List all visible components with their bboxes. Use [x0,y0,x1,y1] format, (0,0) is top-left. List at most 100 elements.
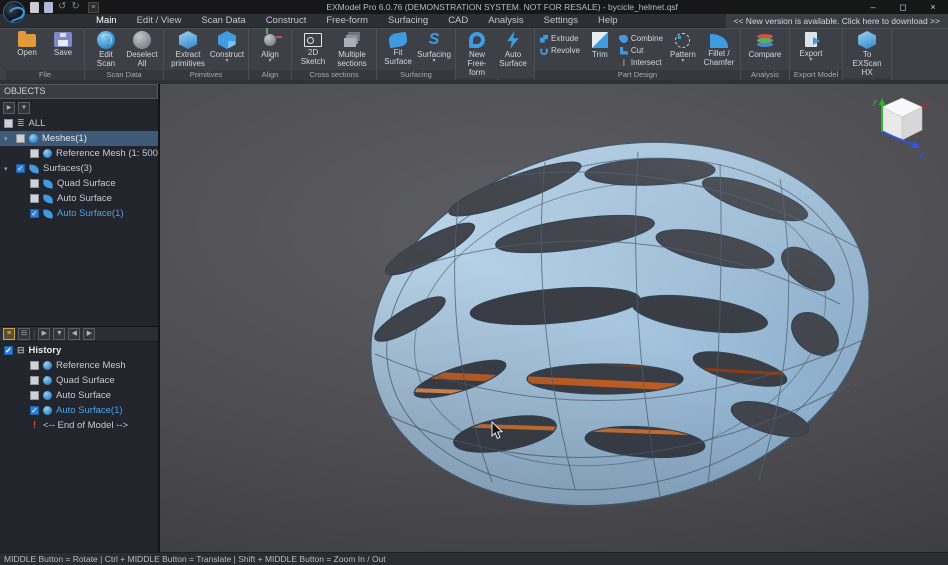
menu-tab-cad[interactable]: CAD [438,14,478,28]
revolve-button[interactable]: Revolve [540,46,580,55]
window-controls: – ◻ × [858,0,948,14]
tree-item-all[interactable]: ✓ ≣ ALL [0,116,158,131]
checkbox[interactable]: ✓ [16,134,25,143]
compare-layers-icon [757,38,773,43]
redo-icon[interactable]: ↻ [71,2,79,12]
step-forward-icon[interactable]: ▶ [38,328,50,340]
cut-button[interactable]: Cut [620,46,663,55]
ribbon-group-scan-data: Edit Scan Deselect All Scan Data [85,29,164,80]
scanner-icon [858,31,876,49]
menu-tab-free-form[interactable]: Free-form [316,14,378,28]
tree-item-auto-surface[interactable]: ✓ Auto Surface [0,191,158,206]
history-item-auto-surface[interactable]: ✓ Auto Surface [0,388,158,403]
align-axes-icon [264,34,276,46]
chevron-down-icon[interactable]: ▾ [4,135,12,143]
close-button[interactable]: × [918,0,948,14]
objects-tree: ✓ ≣ ALL ▾ ✓ Meshes(1) ✓ Reference Mesh (… [0,116,158,221]
quick-access-toolbar: ↺ ↻ ≡ [30,2,99,13]
tree-item-meshes[interactable]: ▾ ✓ Meshes(1) [0,131,158,146]
checkbox[interactable]: ✓ [30,391,39,400]
checkbox[interactable]: ✓ [30,179,39,188]
layers-icon [344,38,356,47]
navigation-cube[interactable]: y z [870,92,934,160]
save-button[interactable]: Save [47,31,79,57]
sketch-icon [304,33,322,47]
ribbon-toolbar: Open Save File Edit Scan Deselect All [0,28,948,80]
combine-button[interactable]: Combine [620,34,663,43]
construct-button[interactable]: Construct ▾ [211,31,243,64]
history-root-item[interactable]: ✓ ⊟ History [0,342,158,358]
to-exscan-hx-button[interactable]: To EXScan HX [848,31,886,78]
history-item-end-of-model[interactable]: ! <-- End of Model --> [0,418,158,433]
filter-icon[interactable]: ▼ [18,102,30,114]
skip-first-icon[interactable]: ◀ [68,328,80,340]
new-free-form-button[interactable]: New Free-form [461,31,493,78]
checkbox[interactable]: ✓ [30,149,39,158]
update-notification-link[interactable]: << New version is available. Click here … [726,14,948,28]
isolate-filter-icon[interactable]: ▶ [3,102,15,114]
status-bar: MIDDLE Button = Rotate | Ctrl + MIDDLE B… [0,552,948,565]
open-button[interactable]: Open [11,31,43,57]
ribbon-group-file: Open Save File [6,29,85,80]
cut-icon [620,47,628,55]
ribbon-group-analysis: Compare Analysis [741,29,790,80]
checkbox[interactable]: ✓ [30,194,39,203]
chevron-down-icon[interactable]: ▾ [4,165,12,173]
2d-sketch-button[interactable]: 2D Sketch [297,31,329,66]
fillet-chamfer-button[interactable]: Fillet / Chamfer [703,31,735,67]
checkbox[interactable]: ✓ [30,361,39,370]
trim-button[interactable]: Trim [584,31,616,59]
menu-tab-construct[interactable]: Construct [256,14,317,28]
intersect-button[interactable]: I Intersect [620,58,663,67]
fit-surface-button[interactable]: Fit Surface [382,31,414,66]
history-item-auto-surface-1[interactable]: ✓ Auto Surface(1) [0,403,158,418]
pattern-button[interactable]: Pattern ▾ [667,31,699,64]
tree-item-reference-mesh[interactable]: ✓ Reference Mesh (1: 500 970) [0,146,158,161]
deselect-all-button[interactable]: Deselect All [126,31,158,68]
skip-last-icon[interactable]: ▶ [83,328,95,340]
step-to-end-icon[interactable]: ▼ [53,328,65,340]
auto-surface-button[interactable]: Auto Surface [497,31,529,68]
app-logo-icon[interactable] [3,1,25,23]
list-view-icon[interactable]: ≡ [3,328,15,340]
new-document-icon[interactable] [30,2,39,13]
tree-item-surfaces[interactable]: ▾ ✓ Surfaces(3) [0,161,158,176]
intersect-icon: I [620,59,628,67]
chevron-down-icon: ▾ [681,59,684,64]
edit-scan-button[interactable]: Edit Scan [90,31,122,68]
compare-button[interactable]: Compare [746,31,784,59]
checkbox-checked[interactable]: ✓ [30,209,39,218]
history-tree: ✓ Reference Mesh ✓ Quad Surface ✓ Auto S… [0,358,158,433]
undo-icon[interactable]: ↺ [58,2,66,12]
align-button[interactable]: Align ▾ [254,31,286,64]
tree-view-icon[interactable]: ⊟ [18,328,30,340]
checkbox[interactable]: ✓ [4,119,13,128]
history-item-quad-surface[interactable]: ✓ Quad Surface [0,373,158,388]
menu-tab-scan-data[interactable]: Scan Data [191,14,255,28]
checkbox-checked[interactable]: ✓ [16,164,25,173]
menu-tab-analysis[interactable]: Analysis [478,14,533,28]
minimize-button[interactable]: – [858,0,888,14]
menu-tab-main[interactable]: Main [86,14,127,28]
maximize-button[interactable]: ◻ [888,0,918,14]
checkbox-checked[interactable]: ✓ [30,406,39,415]
tree-item-quad-surface[interactable]: ✓ Quad Surface [0,176,158,191]
extrude-button[interactable]: Extrude [540,34,580,43]
menu-tab-surfacing[interactable]: Surfacing [378,14,438,28]
surface-patch-icon [388,32,408,48]
3d-viewport[interactable]: y z [160,84,948,552]
surfacing-button[interactable]: S Surfacing ▾ [418,31,450,64]
checkbox[interactable]: ✓ [30,376,39,385]
menu-tab-edit-view[interactable]: Edit / View [127,14,192,28]
multiple-sections-button[interactable]: Multiple sections [333,31,371,68]
history-item-reference-mesh[interactable]: ✓ Reference Mesh [0,358,158,373]
menu-tab-settings[interactable]: Settings [534,14,588,28]
extract-primitives-button[interactable]: Extract primitives [169,31,207,68]
customize-toolbar-icon[interactable]: ≡ [88,2,99,13]
open-document-icon[interactable] [44,2,53,13]
export-button[interactable]: Export ▾ [795,31,827,63]
checkbox-checked[interactable]: ✓ [4,346,13,355]
chevron-down-icon: ▾ [809,58,812,63]
tree-item-auto-surface-1[interactable]: ✓ Auto Surface(1) [0,206,158,221]
menu-tab-help[interactable]: Help [588,14,628,28]
